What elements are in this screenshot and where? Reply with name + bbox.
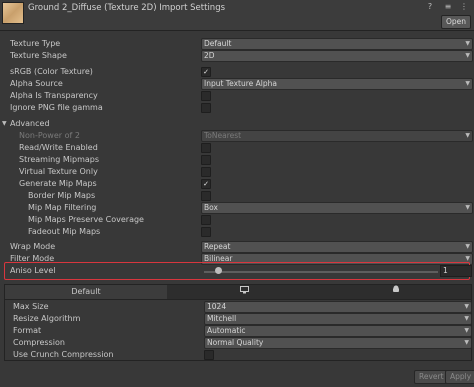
streaming-row: Streaming Mipmaps bbox=[0, 154, 474, 166]
compression-label: Compression bbox=[13, 338, 65, 347]
texture-shape-row: Texture Shape 2D ▼ bbox=[0, 50, 474, 62]
virtual-row: Virtual Texture Only bbox=[0, 166, 474, 178]
texture-thumbnail bbox=[2, 2, 24, 24]
max-size-label: Max Size bbox=[13, 302, 49, 311]
mip-filter-dropdown[interactable]: Box ▼ bbox=[201, 202, 473, 214]
srgb-label: sRGB (Color Texture) bbox=[10, 67, 93, 76]
border-mip-checkbox[interactable] bbox=[201, 191, 211, 201]
aniso-level-row: Aniso Level 1 bbox=[0, 265, 474, 277]
alpha-source-dropdown[interactable]: Input Texture Alpha ▼ bbox=[201, 78, 473, 90]
footer-bar: Revert Apply bbox=[0, 368, 474, 387]
non-power-row: Non-Power of 2 ToNearest ▼ bbox=[0, 130, 474, 142]
max-size-dropdown[interactable]: 1024 ▼ bbox=[204, 301, 472, 313]
alpha-transparency-label: Alpha Is Transparency bbox=[10, 91, 98, 100]
texture-shape-dropdown[interactable]: 2D ▼ bbox=[201, 50, 473, 62]
format-dropdown[interactable]: Automatic ▼ bbox=[204, 325, 472, 337]
compression-row: Compression Normal Quality ▼ bbox=[0, 337, 474, 349]
format-label: Format bbox=[13, 326, 42, 335]
chevron-down-icon: ▼ bbox=[465, 204, 470, 211]
alpha-transparency-checkbox[interactable] bbox=[201, 91, 211, 101]
advanced-label: Advanced bbox=[10, 119, 50, 128]
srgb-row: sRGB (Color Texture) ✓ bbox=[0, 66, 474, 78]
settings-sliders-icon[interactable]: ≡ bbox=[443, 2, 453, 12]
resize-algorithm-dropdown[interactable]: Mitchell ▼ bbox=[204, 313, 472, 325]
preserve-coverage-checkbox[interactable] bbox=[201, 215, 211, 225]
wrap-mode-label: Wrap Mode bbox=[10, 242, 56, 251]
resize-algorithm-row: Resize Algorithm Mitchell ▼ bbox=[0, 313, 474, 325]
border-mip-label: Border Mip Maps bbox=[28, 191, 96, 200]
fadeout-row: Fadeout Mip Maps bbox=[0, 226, 474, 238]
crunch-label: Use Crunch Compression bbox=[13, 350, 114, 359]
texture-shape-label: Texture Shape bbox=[10, 51, 67, 60]
more-options-icon[interactable]: ⋮ bbox=[459, 2, 469, 12]
inspector-header: Ground 2_Diffuse (Texture 2D) Import Set… bbox=[0, 0, 474, 31]
aniso-slider-track[interactable] bbox=[204, 271, 438, 273]
fadeout-label: Fadeout Mip Maps bbox=[28, 227, 101, 236]
chevron-down-icon: ▼ bbox=[465, 40, 470, 47]
streaming-checkbox[interactable] bbox=[201, 155, 211, 165]
alpha-source-row: Alpha Source Input Texture Alpha ▼ bbox=[0, 78, 474, 90]
tab-android[interactable] bbox=[321, 285, 471, 299]
generate-mip-row: Generate Mip Maps ✓ bbox=[0, 178, 474, 190]
aniso-level-label: Aniso Level bbox=[10, 266, 56, 275]
tab-default[interactable]: Default bbox=[5, 285, 167, 299]
preserve-coverage-label: Mip Maps Preserve Coverage bbox=[28, 215, 144, 224]
advanced-foldout[interactable]: ▼ Advanced bbox=[0, 118, 474, 130]
read-write-checkbox[interactable] bbox=[201, 143, 211, 153]
srgb-checkbox[interactable]: ✓ bbox=[201, 67, 211, 77]
monitor-icon bbox=[239, 286, 249, 296]
chevron-down-icon: ▼ bbox=[464, 327, 469, 334]
chevron-down-icon: ▼ bbox=[464, 315, 469, 322]
chevron-down-icon: ▼ bbox=[465, 132, 470, 139]
crunch-row: Use Crunch Compression bbox=[0, 349, 474, 361]
crunch-checkbox[interactable] bbox=[204, 350, 214, 360]
open-button[interactable]: Open bbox=[441, 15, 471, 29]
tab-standalone[interactable] bbox=[167, 285, 321, 299]
alpha-source-label: Alpha Source bbox=[10, 79, 63, 88]
chevron-down-icon: ▼ bbox=[464, 303, 469, 310]
chevron-down-icon: ▼ bbox=[465, 243, 470, 250]
aniso-level-input[interactable]: 1 bbox=[440, 265, 472, 277]
non-power-label: Non-Power of 2 bbox=[19, 131, 80, 140]
non-power-dropdown: ToNearest ▼ bbox=[201, 130, 473, 142]
android-icon bbox=[392, 285, 400, 296]
wrap-mode-row: Wrap Mode Repeat ▼ bbox=[0, 241, 474, 253]
aniso-slider-handle[interactable] bbox=[215, 267, 222, 274]
virtual-label: Virtual Texture Only bbox=[19, 167, 98, 176]
compression-dropdown[interactable]: Normal Quality ▼ bbox=[204, 337, 472, 349]
virtual-checkbox[interactable] bbox=[201, 167, 211, 177]
fadeout-checkbox[interactable] bbox=[201, 227, 211, 237]
mip-filter-row: Mip Map Filtering Box ▼ bbox=[0, 202, 474, 214]
foldout-expanded-icon: ▼ bbox=[2, 120, 7, 127]
read-write-label: Read/Write Enabled bbox=[19, 143, 98, 152]
ignore-png-checkbox[interactable] bbox=[201, 103, 211, 113]
generate-mip-checkbox[interactable]: ✓ bbox=[201, 179, 211, 189]
format-row: Format Automatic ▼ bbox=[0, 325, 474, 337]
generate-mip-label: Generate Mip Maps bbox=[19, 179, 97, 188]
wrap-mode-dropdown[interactable]: Repeat ▼ bbox=[201, 241, 473, 253]
max-size-row: Max Size 1024 ▼ bbox=[0, 301, 474, 313]
ignore-png-label: Ignore PNG file gamma bbox=[10, 103, 103, 112]
mip-filter-label: Mip Map Filtering bbox=[28, 203, 97, 212]
inspector-title: Ground 2_Diffuse (Texture 2D) Import Set… bbox=[28, 3, 226, 13]
texture-type-label: Texture Type bbox=[10, 39, 61, 48]
preserve-coverage-row: Mip Maps Preserve Coverage bbox=[0, 214, 474, 226]
resize-algorithm-label: Resize Algorithm bbox=[13, 314, 81, 323]
checkmark-icon: ✓ bbox=[203, 180, 209, 188]
texture-type-row: Texture Type Default ▼ bbox=[0, 38, 474, 50]
read-write-row: Read/Write Enabled bbox=[0, 142, 474, 154]
apply-button[interactable]: Apply bbox=[445, 370, 474, 384]
border-mip-row: Border Mip Maps bbox=[0, 190, 474, 202]
texture-type-dropdown[interactable]: Default ▼ bbox=[201, 38, 473, 50]
checkmark-icon: ✓ bbox=[203, 68, 209, 76]
chevron-down-icon: ▼ bbox=[465, 52, 470, 59]
alpha-transparency-row: Alpha Is Transparency bbox=[0, 90, 474, 102]
chevron-down-icon: ▼ bbox=[465, 80, 470, 87]
chevron-down-icon: ▼ bbox=[464, 339, 469, 346]
ignore-png-row: Ignore PNG file gamma bbox=[0, 102, 474, 114]
revert-button[interactable]: Revert bbox=[414, 370, 449, 384]
streaming-label: Streaming Mipmaps bbox=[19, 155, 100, 164]
help-icon[interactable]: ? bbox=[425, 2, 435, 12]
